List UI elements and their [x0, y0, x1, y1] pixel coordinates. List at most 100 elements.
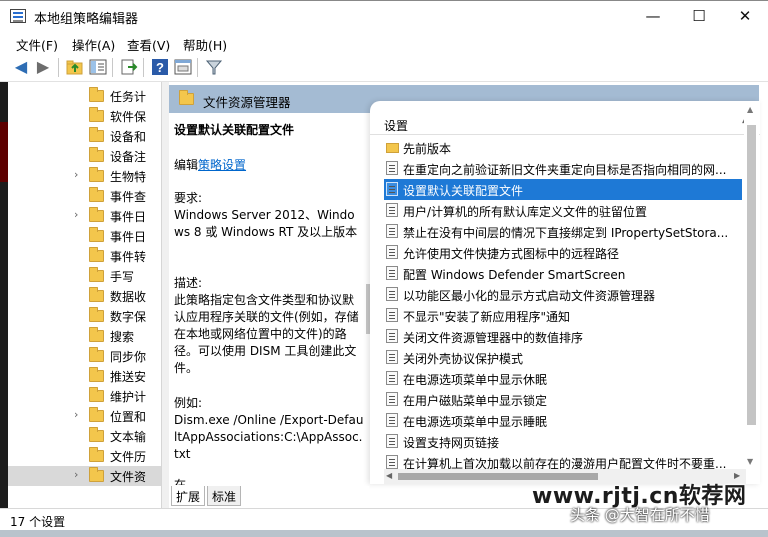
- tree-item[interactable]: › 事件日: [8, 206, 161, 226]
- folder-icon: [89, 127, 104, 142]
- list-item[interactable]: 先前版本: [384, 137, 742, 158]
- list-item[interactable]: 关闭文件资源管理器中的数值排序: [384, 326, 742, 347]
- list-item[interactable]: 设置支持网页链接: [384, 431, 742, 452]
- show-hide-tree-icon[interactable]: [89, 58, 107, 76]
- list-item[interactable]: 允许使用文件快捷方式图标中的远程路径: [384, 242, 742, 263]
- menu-action[interactable]: 操作(A): [72, 35, 115, 54]
- tree-item-label: 文件历: [110, 450, 147, 464]
- export-list-icon[interactable]: [120, 58, 138, 76]
- tab-extended[interactable]: 扩展: [171, 486, 206, 506]
- policy-setting-icon: [386, 434, 398, 448]
- tree-item[interactable]: 设备和: [8, 126, 161, 146]
- view-tabs: 扩展 标准: [169, 486, 369, 508]
- menu-file[interactable]: 文件(F): [16, 35, 58, 54]
- policy-setting-icon: [386, 455, 398, 469]
- folder-icon: [89, 287, 104, 302]
- up-folder-icon[interactable]: [66, 58, 84, 76]
- description-text: 此策略指定包含文件类型和协议默认应用程序关联的文件(例如，存储在本地或网络位置中…: [174, 293, 359, 375]
- tree-item-label: 数字保: [110, 310, 147, 324]
- tree-item-label: 生物特: [110, 170, 147, 184]
- list-vertical-scrollbar[interactable]: ▲ ▼: [744, 101, 759, 471]
- tree-item[interactable]: 事件转: [8, 246, 161, 266]
- list-item-label: 设置默认关联配置文件: [403, 184, 524, 198]
- policy-tree[interactable]: 任务计 软件保 设备和 设备注 › 生物特事件查 › 事件日 事件日 事件转 手写 数据收数字保搜索同…: [8, 82, 162, 508]
- list-item[interactable]: 禁止在没有中间层的情况下直接绑定到 IPropertySetStora...: [384, 221, 742, 242]
- tree-item[interactable]: 手写: [8, 266, 161, 286]
- tree-item[interactable]: 文件历: [8, 446, 161, 466]
- help-icon[interactable]: ?: [151, 58, 169, 76]
- edit-policy-link[interactable]: 策略设置: [198, 158, 246, 172]
- list-item-label: 在电源选项菜单中显示睡眠: [403, 415, 548, 429]
- tree-item[interactable]: 推送安: [8, 366, 161, 386]
- expand-chevron-icon[interactable]: ›: [74, 168, 78, 181]
- list-item-label: 允许使用文件快捷方式图标中的远程路径: [403, 247, 620, 261]
- minimize-button[interactable]: —: [630, 1, 676, 32]
- tree-item-label: 文本输: [110, 430, 147, 444]
- list-item-label: 配置 Windows Defender SmartScreen: [403, 268, 626, 282]
- tree-item[interactable]: 数字保: [8, 306, 161, 326]
- toolbar: ◀ ▶ ?: [0, 53, 768, 82]
- close-button[interactable]: ✕: [722, 1, 768, 32]
- folder-icon: [89, 307, 104, 322]
- list-item[interactable]: 配置 Windows Defender SmartScreen: [384, 263, 742, 284]
- tree-item[interactable]: 事件日: [8, 226, 161, 246]
- menu-view[interactable]: 查看(V): [127, 35, 170, 54]
- scroll-down-icon[interactable]: ▼: [747, 457, 753, 466]
- filter-icon[interactable]: [205, 58, 223, 76]
- expand-chevron-icon[interactable]: ›: [74, 408, 78, 421]
- list-item-label: 在电源选项菜单中显示休眠: [403, 373, 548, 387]
- expand-chevron-icon[interactable]: ›: [74, 208, 78, 221]
- list-item[interactable]: 在用户磁贴菜单中显示锁定: [384, 389, 742, 410]
- list-item[interactable]: 关闭外壳协议保护模式: [384, 347, 742, 368]
- list-item-label: 关闭文件资源管理器中的数值排序: [403, 331, 584, 345]
- list-item[interactable]: 用户/计算机的所有默认库定义文件的驻留位置: [384, 200, 742, 221]
- folder-icon: [89, 467, 104, 482]
- tree-item[interactable]: 任务计: [8, 86, 161, 106]
- tree-item[interactable]: 搜索: [8, 326, 161, 346]
- policy-setting-icon: [386, 182, 398, 196]
- maximize-button[interactable]: ☐: [676, 1, 722, 32]
- tab-standard[interactable]: 标准: [207, 486, 242, 506]
- list-item[interactable]: 以功能区最小化的显示方式启动文件资源管理器: [384, 284, 742, 305]
- list-item[interactable]: 设置默认关联配置文件: [384, 179, 742, 200]
- policy-setting-icon: [386, 413, 398, 427]
- forward-arrow-icon[interactable]: ▶: [34, 58, 52, 76]
- policy-editor-icon: [10, 9, 26, 23]
- policy-setting-icon: [386, 329, 398, 343]
- tree-item[interactable]: 软件保: [8, 106, 161, 126]
- menu-help[interactable]: 帮助(H): [183, 35, 227, 54]
- list-item-label: 关闭外壳协议保护模式: [403, 352, 524, 366]
- properties-icon[interactable]: [174, 58, 192, 76]
- tree-item[interactable]: 事件查: [8, 186, 161, 206]
- tree-item[interactable]: 维护计: [8, 386, 161, 406]
- tree-item[interactable]: 文本输: [8, 426, 161, 446]
- tree-item[interactable]: 数据收: [8, 286, 161, 306]
- description-cut-text: 在: [174, 478, 187, 485]
- edit-policy-line: 编辑策略设置: [174, 158, 247, 172]
- tree-item[interactable]: › 位置和: [8, 406, 161, 426]
- folder-icon: [89, 407, 104, 422]
- back-arrow-icon[interactable]: ◀: [12, 58, 30, 76]
- list-item-label: 先前版本: [403, 142, 452, 156]
- tree-item[interactable]: 同步你: [8, 346, 161, 366]
- tree-item[interactable]: › 文件资: [8, 466, 161, 486]
- tree-scrollbar[interactable]: [162, 82, 169, 508]
- expand-chevron-icon[interactable]: ›: [74, 468, 78, 481]
- tree-item[interactable]: 设备注: [8, 146, 161, 166]
- list-item[interactable]: 不显示"安装了新应用程序"通知: [384, 305, 742, 326]
- column-header-setting[interactable]: 设置: [384, 117, 408, 134]
- folder-icon: [89, 327, 104, 342]
- policy-setting-icon: [386, 287, 398, 301]
- list-item[interactable]: 在电源选项菜单中显示睡眠: [384, 410, 742, 431]
- scroll-up-icon[interactable]: ▲: [747, 105, 753, 114]
- folder-icon: [89, 447, 104, 462]
- list-item[interactable]: 在重定向之前验证新旧文件夹重定向目标是否指向相同的网...: [384, 158, 742, 179]
- status-text: 17 个设置: [10, 515, 66, 529]
- example-label: 例如:: [174, 396, 203, 410]
- folder-icon: [89, 227, 104, 242]
- tree-item[interactable]: › 生物特: [8, 166, 161, 186]
- folder-icon: [179, 90, 194, 105]
- scroll-left-icon[interactable]: ◀: [386, 471, 392, 480]
- list-item[interactable]: 在电源选项菜单中显示休眠: [384, 368, 742, 389]
- policy-setting-icon: [386, 308, 398, 322]
